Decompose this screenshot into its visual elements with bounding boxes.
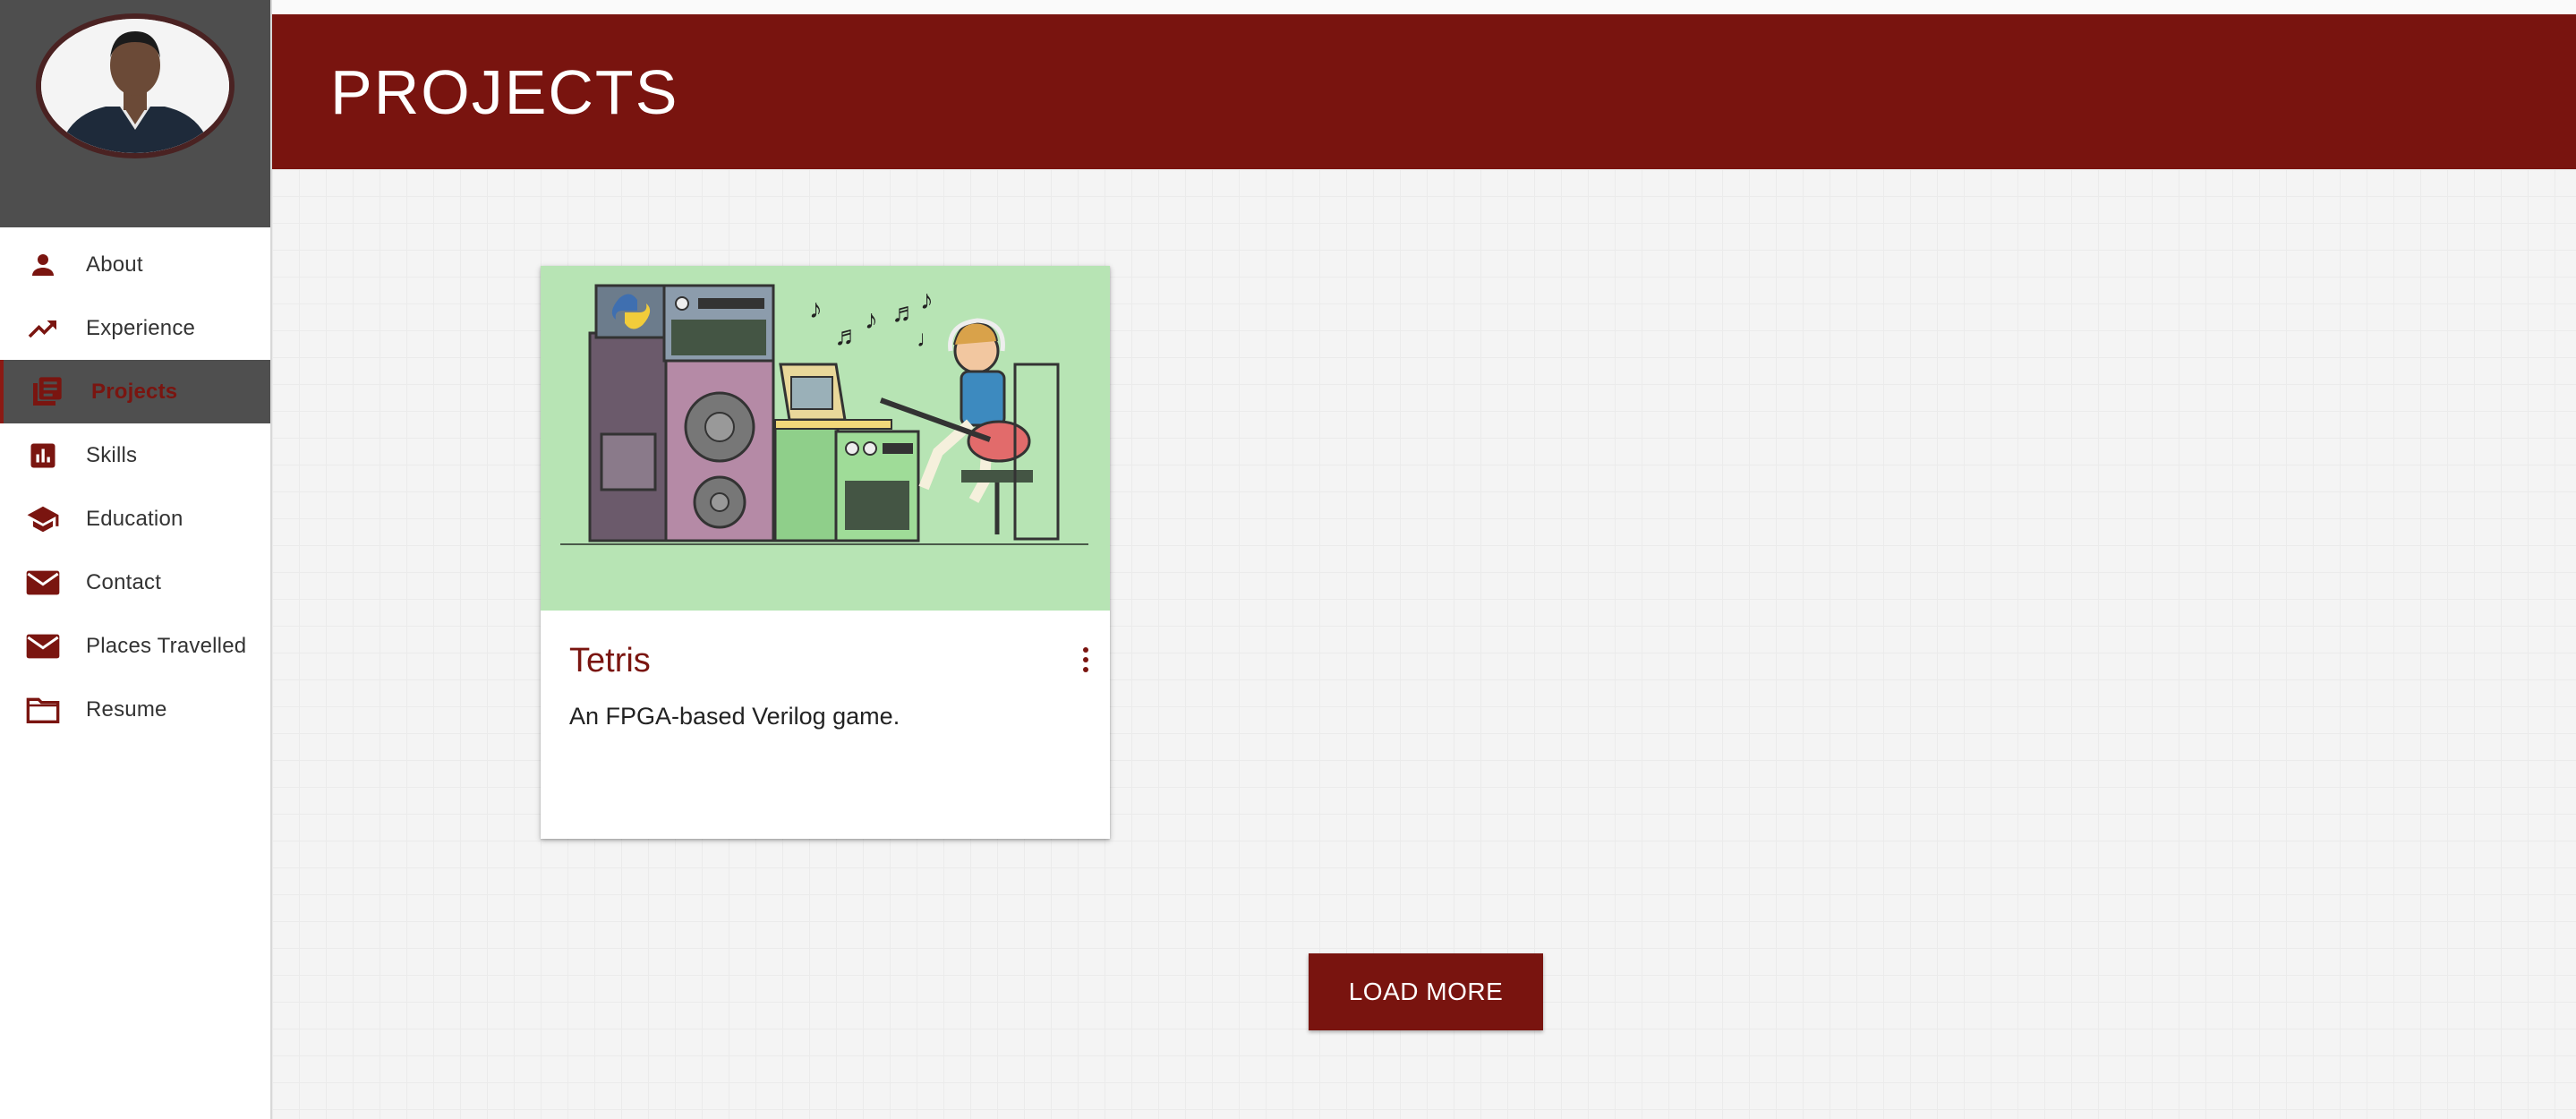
sidebar-nav: About Experience Projects Skills Educati… [0,227,270,741]
profile-panel [0,0,270,227]
person-icon [23,245,63,285]
bar-chart-icon [23,436,63,475]
sidebar-item-label: Education [86,506,183,531]
music-studio-illustration: ♪ ♬ ♪ ♬ ♪ ♩ [541,266,1110,611]
folder-icon [23,690,63,730]
sidebar-item-projects[interactable]: Projects [0,360,270,423]
project-card-image: ♪ ♬ ♪ ♬ ♪ ♩ [541,266,1110,611]
sidebar-item-label: Resume [86,696,167,722]
sidebar-item-contact[interactable]: Contact [0,551,270,614]
mail-icon [23,627,63,666]
page-header: PROJECTS [272,14,2576,169]
sidebar-item-label: Contact [86,569,162,594]
sidebar-item-label: Experience [86,315,196,340]
library-books-icon [27,372,66,412]
sidebar: About Experience Projects Skills Educati… [0,0,272,1119]
svg-text:♬: ♬ [891,298,918,328]
top-strip [272,0,2576,14]
sidebar-item-places-travelled[interactable]: Places Travelled [0,614,270,678]
svg-text:♬: ♬ [834,321,861,351]
sidebar-item-resume[interactable]: Resume [0,678,270,741]
svg-text:♩: ♩ [917,325,940,352]
mail-icon [23,563,63,602]
school-icon [23,500,63,539]
sidebar-item-label: Skills [86,442,138,467]
sidebar-item-label: About [86,252,143,277]
sidebar-item-label: Projects [91,379,178,404]
svg-text:♪: ♪ [809,295,823,324]
svg-text:♪: ♪ [865,305,878,335]
sidebar-item-education[interactable]: Education [0,487,270,551]
trending-up-icon [23,309,63,348]
project-description: An FPGA-based Verilog game. [569,703,900,730]
project-card[interactable]: ♪ ♬ ♪ ♬ ♪ ♩ Tetris An FPGA-based Verilog… [541,266,1110,839]
sidebar-item-about[interactable]: About [0,233,270,296]
sidebar-item-skills[interactable]: Skills [0,423,270,487]
sidebar-item-label: Places Travelled [86,633,247,658]
load-more-button[interactable]: LOAD MORE [1309,953,1543,1030]
project-title[interactable]: Tetris [569,642,651,680]
more-vert-icon[interactable] [1074,640,1097,679]
page-title: PROJECTS [330,57,679,127]
main-content: ♪ ♬ ♪ ♬ ♪ ♩ Tetris An FPGA-based Verilog… [272,169,2576,1119]
svg-text:♪: ♪ [920,286,934,315]
sidebar-item-experience[interactable]: Experience [0,296,270,360]
avatar[interactable] [36,13,235,158]
